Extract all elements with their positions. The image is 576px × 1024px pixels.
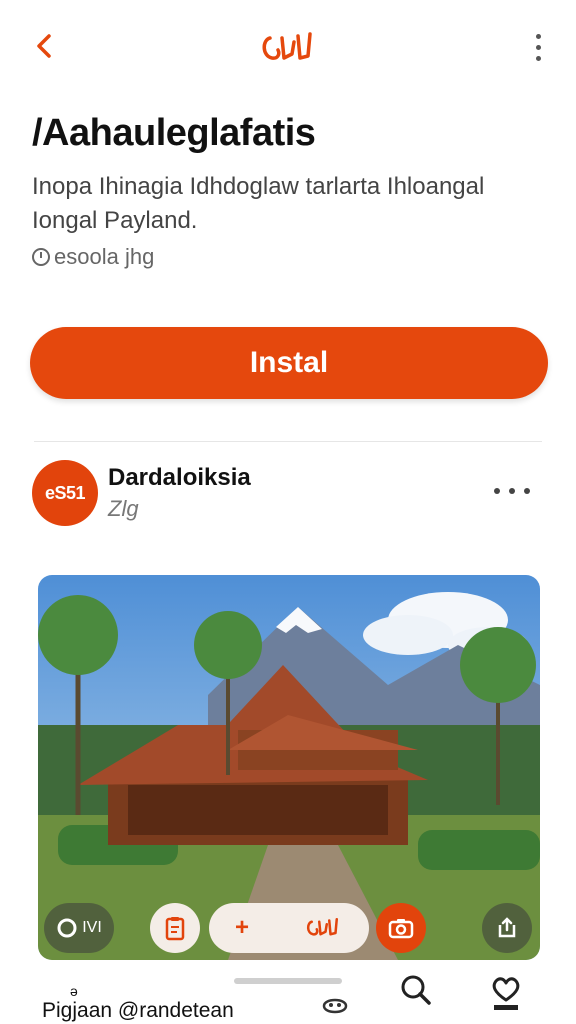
- share-icon: [498, 917, 516, 938]
- nav-home[interactable]: ə Pigjaan @randetean: [42, 982, 234, 1022]
- rotate-button[interactable]: IVI: [44, 903, 114, 953]
- developer-avatar[interactable]: eS51: [32, 460, 98, 526]
- share-button[interactable]: [482, 903, 532, 953]
- kebab-dot: [535, 55, 541, 61]
- app-meta: esoola jhg: [32, 244, 154, 270]
- developer-name[interactable]: Dardaloiksia: [108, 464, 251, 492]
- add-icon[interactable]: +: [235, 914, 249, 942]
- emoji-icon[interactable]: [318, 992, 352, 1020]
- edit-pill[interactable]: +: [209, 903, 369, 953]
- brand-mark-icon: [306, 918, 338, 936]
- developer-subtitle: Zlg: [108, 496, 139, 521]
- clock-icon: [32, 248, 50, 266]
- nav-home-label: Pigjaan @randetean: [42, 999, 234, 1022]
- search-icon[interactable]: [398, 972, 434, 1012]
- kebab-menu-icon[interactable]: [522, 30, 554, 64]
- kebab-dot: [535, 44, 541, 50]
- more-dot: [524, 488, 530, 494]
- app-description: Inopa Ihinagia Idhdoglaw tarlarta Ihloan…: [32, 173, 485, 234]
- app-header: [0, 0, 576, 96]
- more-dot: [509, 488, 515, 494]
- heart-icon[interactable]: [488, 972, 524, 1012]
- document-button[interactable]: [150, 903, 200, 953]
- brand-logo-icon: [256, 24, 320, 72]
- bottom-navigation: ə Pigjaan @randetean: [0, 966, 576, 1024]
- kebab-dot: [535, 33, 541, 39]
- more-dot: [494, 488, 500, 494]
- rotate-icon: [57, 918, 77, 938]
- app-title: /Aahauleglafatis: [32, 112, 316, 154]
- divider: [34, 441, 542, 442]
- home-indicator: [234, 978, 342, 984]
- rotate-label: IVI: [82, 919, 102, 936]
- install-button[interactable]: Instal: [30, 327, 548, 399]
- app-meta-text: esoola jhg: [54, 244, 155, 269]
- nav-home-icon: ə: [70, 983, 78, 999]
- document-icon: [165, 917, 185, 941]
- camera-button[interactable]: [376, 903, 426, 953]
- chevron-left-icon[interactable]: [26, 28, 62, 64]
- camera-icon: [388, 919, 414, 939]
- more-options-icon[interactable]: [494, 480, 530, 502]
